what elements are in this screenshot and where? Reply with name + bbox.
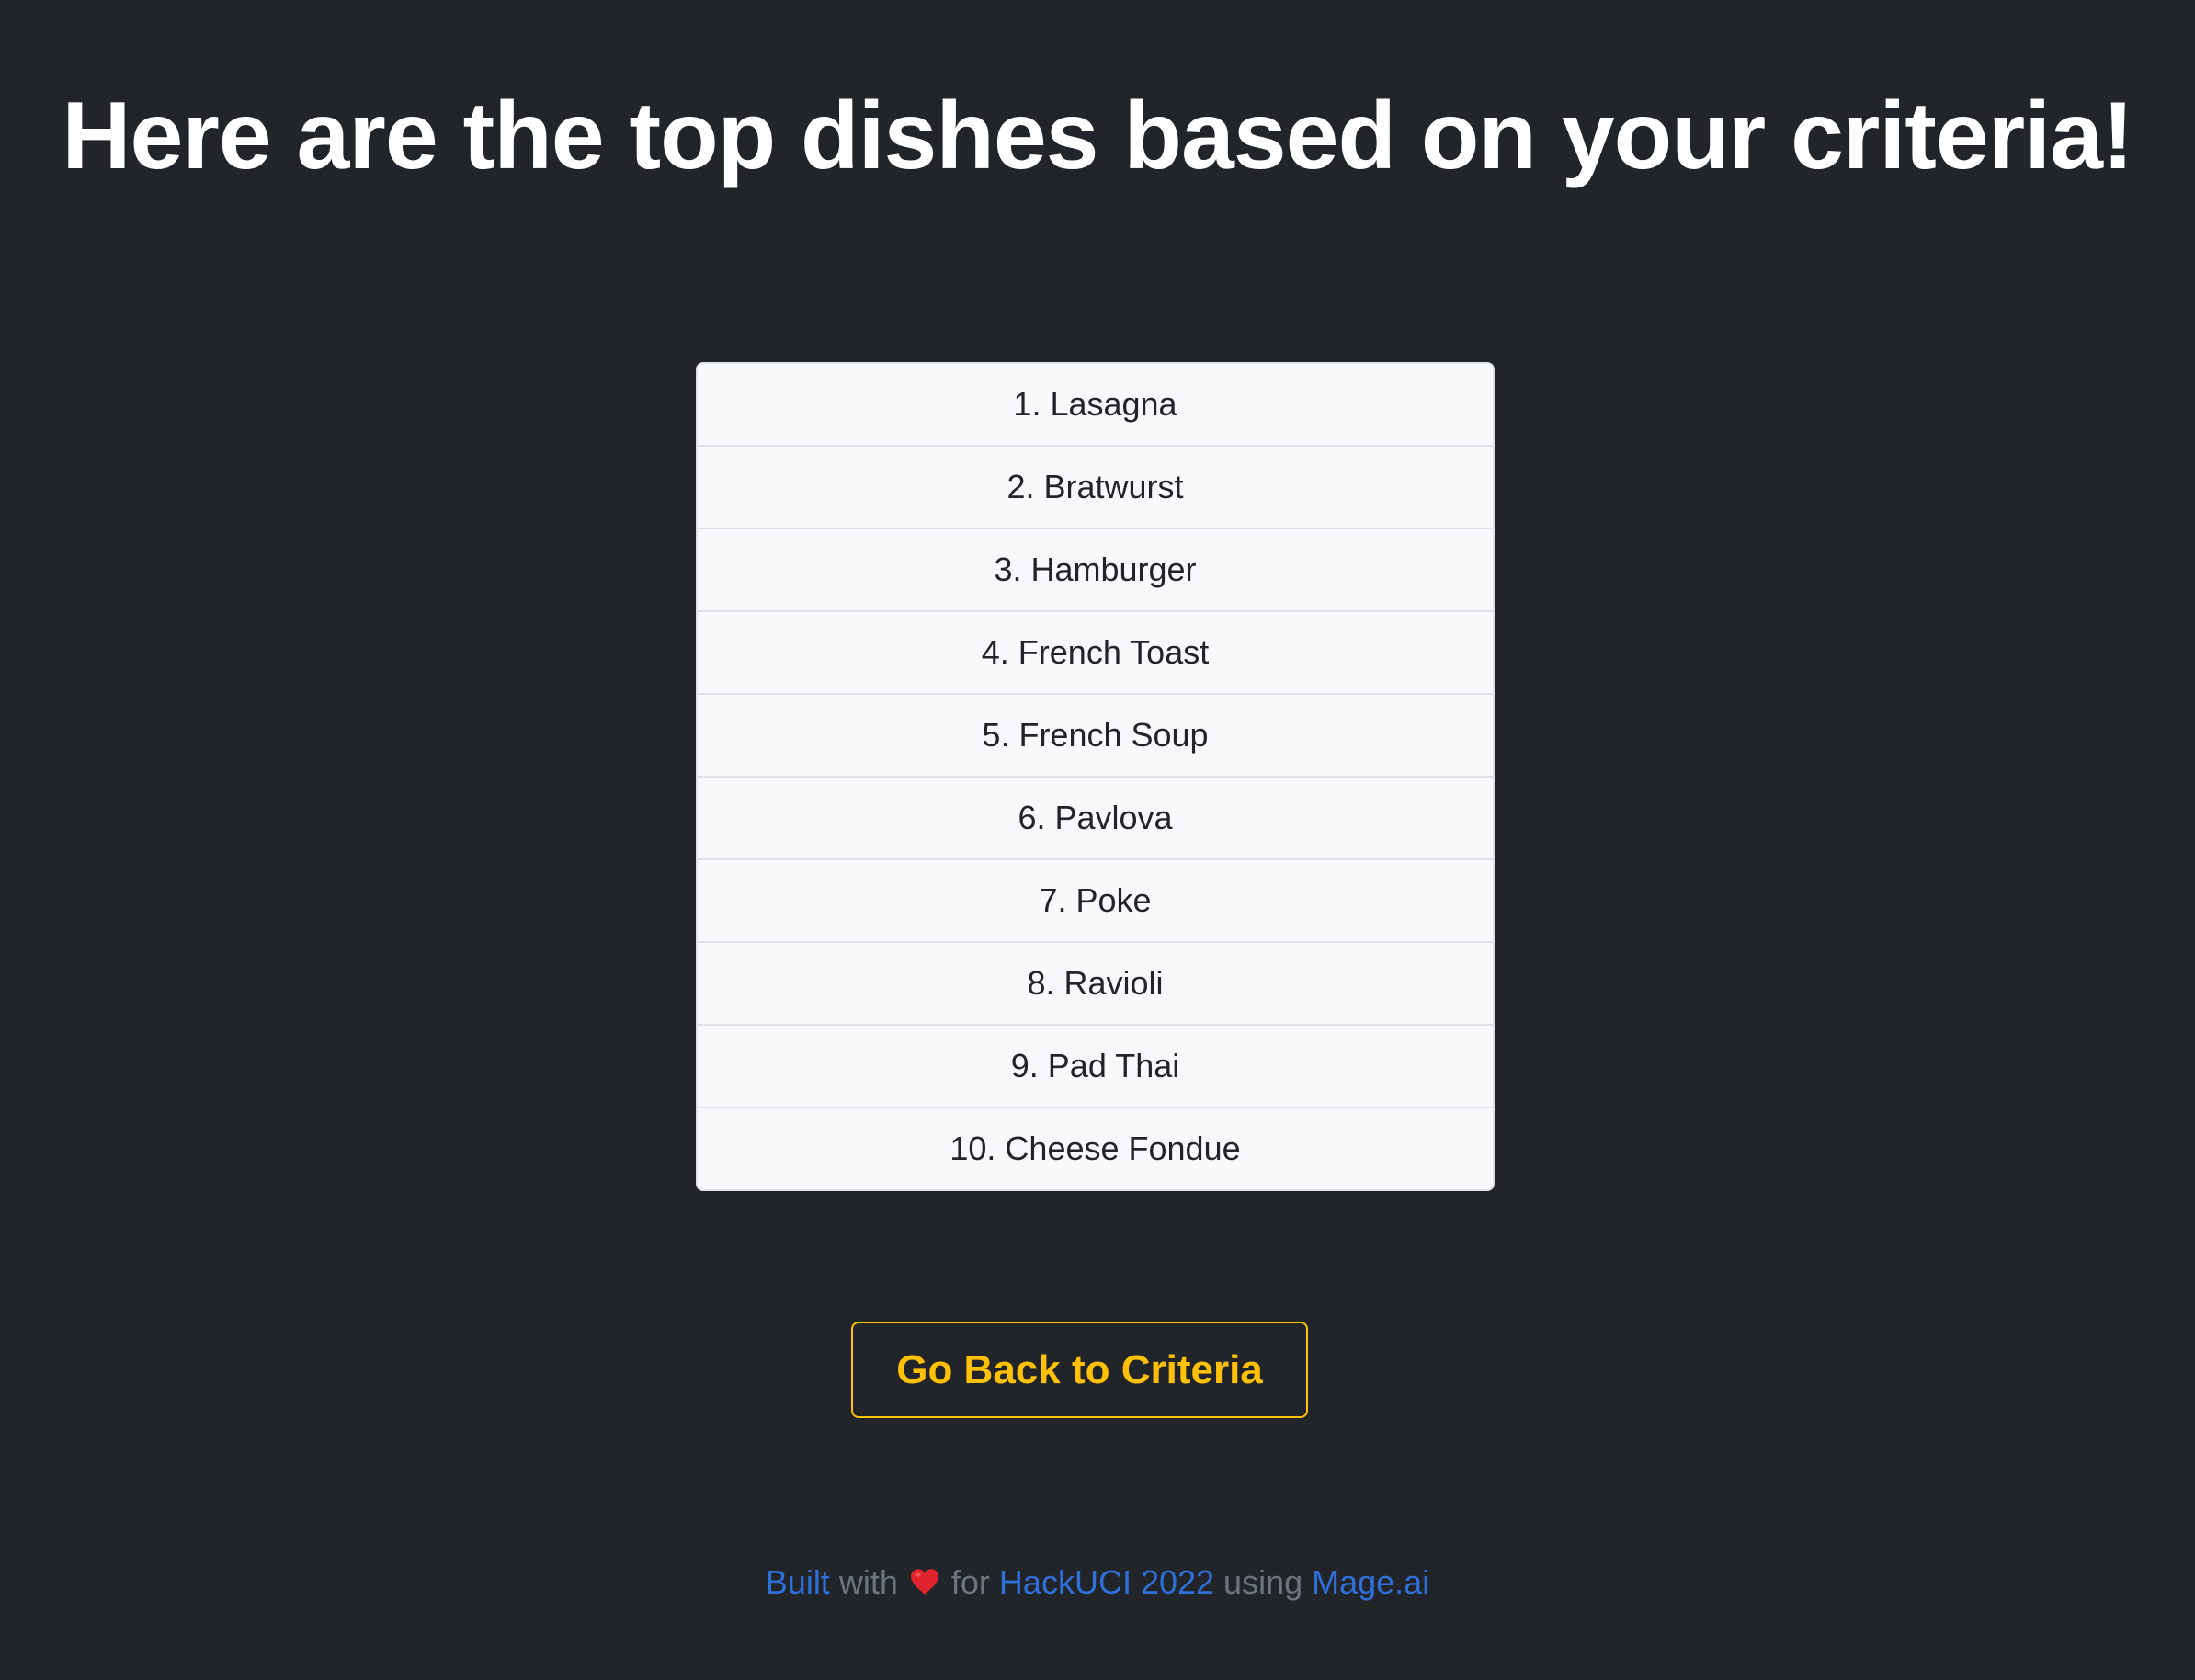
page-title: Here are the top dishes based on your cr… — [62, 83, 2133, 189]
list-item: 6. Pavlova — [698, 778, 1493, 860]
list-item: 3. Hamburger — [698, 529, 1493, 612]
built-link[interactable]: Built — [766, 1563, 830, 1601]
footer-using-text: using — [1223, 1563, 1303, 1601]
footer-with-text: with — [838, 1563, 898, 1601]
back-to-criteria-button[interactable]: Go Back to Criteria — [851, 1322, 1308, 1418]
heart-icon — [911, 1569, 938, 1595]
dish-list: 1. Lasagna 2. Bratwurst 3. Hamburger 4. … — [696, 362, 1495, 1191]
list-item: 9. Pad Thai — [698, 1026, 1493, 1108]
list-item: 7. Poke — [698, 860, 1493, 943]
list-item: 2. Bratwurst — [698, 447, 1493, 529]
list-item: 4. French Toast — [698, 612, 1493, 695]
list-item: 5. French Soup — [698, 695, 1493, 778]
mage-ai-link[interactable]: Mage.ai — [1312, 1563, 1429, 1601]
list-item: 1. Lasagna — [698, 364, 1493, 447]
footer: Built with for HackUCI 2022 using Mage.a… — [0, 1561, 2195, 1605]
list-item: 8. Ravioli — [698, 943, 1493, 1026]
footer-for-text: for — [950, 1563, 990, 1601]
list-item: 10. Cheese Fondue — [698, 1108, 1493, 1189]
hackuci-link[interactable]: HackUCI 2022 — [999, 1563, 1214, 1601]
